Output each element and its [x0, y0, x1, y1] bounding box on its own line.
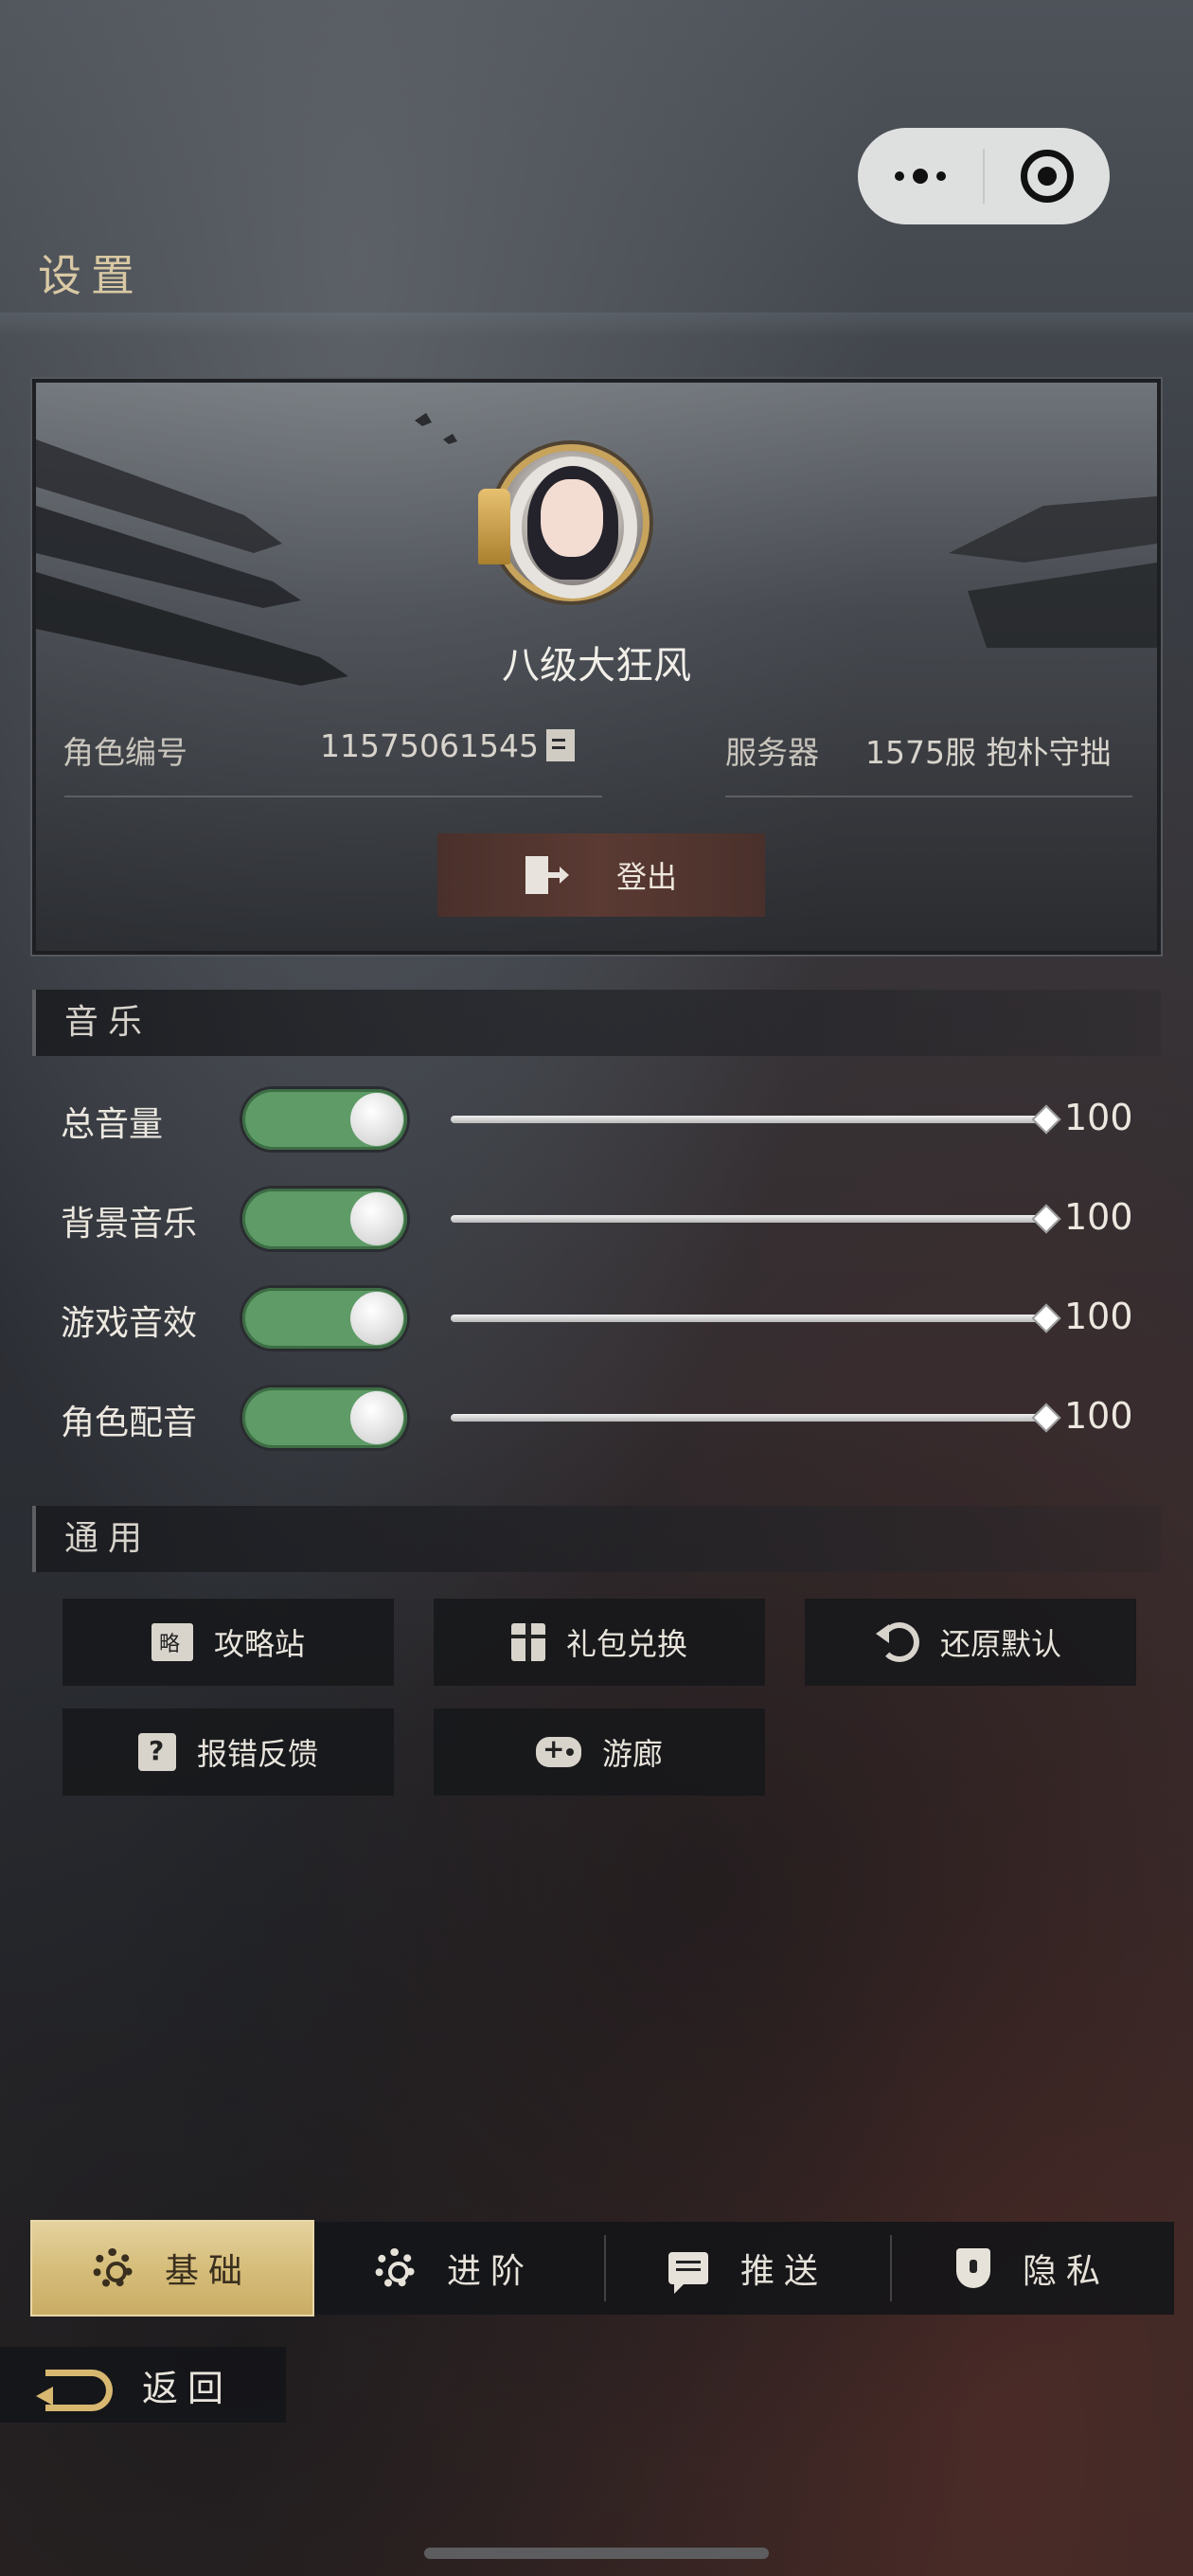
capsule-menu: [858, 128, 1110, 224]
button-label: 礼包兑换: [565, 1626, 687, 1662]
tab-label: 进阶: [446, 2252, 534, 2291]
audio-label: 游戏音效: [61, 1304, 198, 1343]
copy-icon[interactable]: [545, 729, 575, 761]
slider-thumb[interactable]: [1031, 1303, 1061, 1333]
advanced-gear-icon: [374, 2248, 415, 2288]
shield-icon: [955, 2248, 990, 2288]
voice-slider[interactable]: [451, 1403, 1061, 1433]
general-section-header: 通用: [32, 1506, 1161, 1572]
more-dots-icon: [895, 169, 946, 184]
profile-card: 八级大狂风 角色编号 11575061545 服务器 1575服 抱朴守拙 登出: [30, 377, 1163, 957]
button-label: 游廊: [601, 1736, 663, 1772]
audio-value: 100: [1064, 1395, 1133, 1437]
sfx-slider[interactable]: [451, 1303, 1061, 1333]
tab-push[interactable]: 推送: [606, 2222, 890, 2315]
back-button[interactable]: 返回: [0, 2347, 286, 2423]
gamepad-icon: [535, 1733, 581, 1767]
tab-label: 基础: [164, 2252, 252, 2291]
slider-thumb[interactable]: [1031, 1104, 1061, 1135]
tab-privacy[interactable]: 隐私: [892, 2222, 1174, 2315]
audio-row-bgm: 背景音乐 100: [0, 1183, 1193, 1249]
voice-toggle[interactable]: [242, 1387, 407, 1448]
page-title: 设置: [38, 250, 144, 301]
toggle-knob: [350, 1292, 403, 1345]
bgm-toggle[interactable]: [242, 1189, 407, 1249]
button-label: 还原默认: [939, 1626, 1061, 1662]
audio-row-master: 总音量 100: [0, 1083, 1193, 1150]
tab-label: 推送: [739, 2252, 828, 2291]
server-value: 1575服 抱朴守拙: [865, 734, 1112, 771]
guide-site-button[interactable]: 攻略站: [62, 1599, 394, 1686]
target-circle-icon: [1020, 150, 1074, 203]
feedback-button[interactable]: 报错反馈: [62, 1708, 394, 1796]
slider-thumb[interactable]: [1031, 1403, 1061, 1433]
role-id-label: 角色编号: [62, 734, 187, 771]
tab-label: 隐私: [1022, 2252, 1110, 2291]
more-button[interactable]: [858, 128, 983, 224]
settings-tabbar: 基础 进阶 推送 隐私: [30, 2220, 1174, 2317]
gift-redeem-button[interactable]: 礼包兑换: [434, 1599, 765, 1686]
gift-icon: [510, 1623, 545, 1661]
logout-label: 登出: [615, 859, 677, 895]
pagoda-emblem-icon: [478, 489, 510, 564]
tab-advanced[interactable]: 进阶: [312, 2222, 596, 2315]
audio-label: 角色配音: [61, 1404, 198, 1442]
tab-basic[interactable]: 基础: [30, 2220, 314, 2317]
toggle-knob: [350, 1093, 403, 1146]
sfx-toggle[interactable]: [242, 1288, 407, 1349]
info-divider-left: [64, 796, 602, 797]
audio-label: 总音量: [61, 1105, 164, 1144]
role-id-value: 11575061545: [320, 727, 575, 764]
master-volume-toggle[interactable]: [242, 1089, 407, 1150]
feedback-icon: [137, 1733, 176, 1771]
toggle-knob: [350, 1391, 403, 1444]
bgm-slider[interactable]: [451, 1204, 1061, 1234]
info-divider-right: [725, 796, 1132, 797]
logout-icon: [525, 856, 569, 894]
message-icon: [668, 2252, 708, 2294]
server-label: 服务器: [725, 734, 819, 771]
restore-default-button[interactable]: 还原默认: [805, 1599, 1136, 1686]
slider-thumb[interactable]: [1031, 1204, 1061, 1234]
audio-value: 100: [1064, 1196, 1133, 1238]
character-name: 八级大狂风: [502, 644, 691, 688]
avatar-face: [541, 479, 603, 557]
audio-value: 100: [1064, 1097, 1133, 1138]
music-section-header: 音乐: [32, 990, 1161, 1056]
guide-icon: [151, 1623, 193, 1661]
avatar[interactable]: [478, 444, 650, 601]
toggle-knob: [350, 1192, 403, 1245]
back-label: 返回: [142, 2367, 234, 2409]
master-volume-slider[interactable]: [451, 1104, 1061, 1135]
gallery-button[interactable]: 游廊: [434, 1708, 765, 1796]
role-id-text: 11575061545: [320, 727, 539, 764]
close-button[interactable]: [985, 128, 1110, 224]
gear-icon: [92, 2248, 133, 2288]
button-label: 攻略站: [213, 1626, 305, 1662]
audio-label: 背景音乐: [61, 1205, 198, 1243]
audio-row-sfx: 游戏音效 100: [0, 1282, 1193, 1349]
audio-value: 100: [1064, 1296, 1133, 1337]
back-arrow-icon: [36, 2366, 113, 2411]
audio-row-voice: 角色配音 100: [0, 1382, 1193, 1448]
logout-button[interactable]: 登出: [437, 833, 765, 917]
reset-icon: [875, 1622, 919, 1662]
button-label: 报错反馈: [196, 1736, 318, 1772]
home-indicator[interactable]: [424, 2548, 769, 2559]
title-divider: [0, 313, 1193, 337]
